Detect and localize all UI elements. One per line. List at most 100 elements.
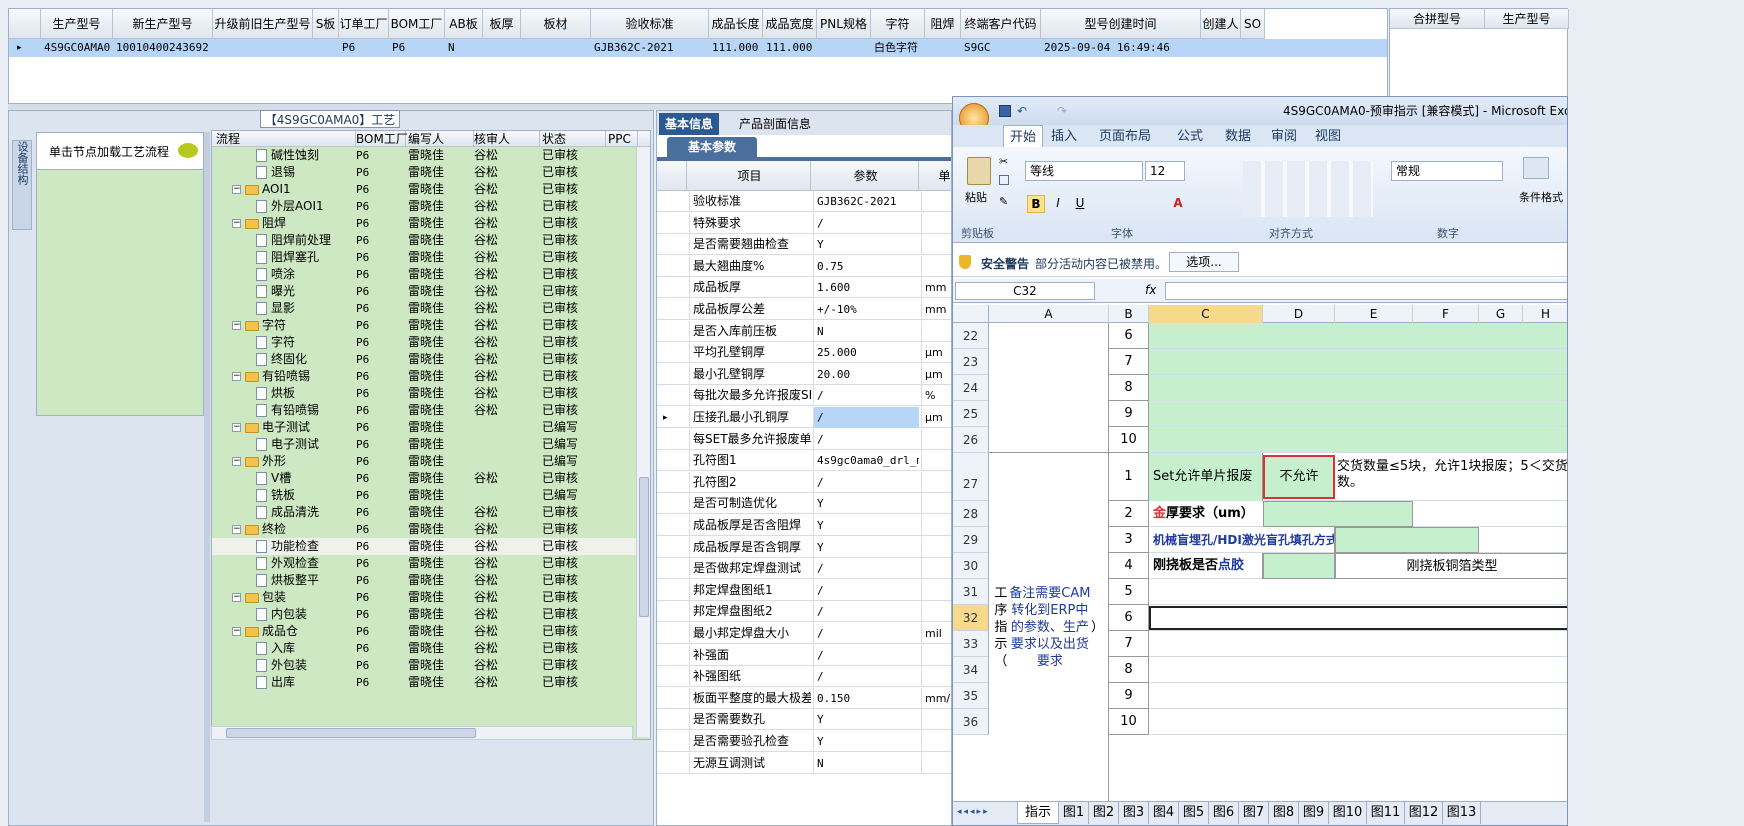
item-value[interactable]: Y: [813, 493, 919, 515]
item-value[interactable]: /: [813, 579, 919, 601]
col-header-14[interactable]: 阻焊: [925, 9, 961, 39]
row-cells-22[interactable]: [1149, 323, 1567, 349]
cell-e30[interactable]: 刚挠板铜箔类型: [1335, 553, 1567, 579]
paste-button[interactable]: 粘贴: [965, 189, 987, 205]
tree-row[interactable]: 喷涂 P6 雷晓佳 谷松 已审核: [212, 266, 650, 283]
info-row[interactable]: 特殊要求 /: [657, 212, 951, 234]
tree-row[interactable]: 外观检查 P6 雷晓佳 谷松 已审核: [212, 555, 650, 572]
font-size-select[interactable]: 12: [1145, 161, 1185, 181]
tree-node-18[interactable]: − 外形: [232, 453, 362, 470]
cell-b-32[interactable]: 6: [1109, 605, 1149, 631]
info-row[interactable]: 是否需要数孔 Y: [657, 709, 951, 731]
collapse-minus-icon[interactable]: −: [232, 372, 241, 381]
col-header-6[interactable]: AB板: [445, 9, 483, 39]
col-header-F[interactable]: F: [1413, 305, 1479, 323]
item-value[interactable]: /: [813, 666, 919, 688]
tree-node-11[interactable]: 字符: [256, 334, 356, 351]
row-header-29[interactable]: 29: [953, 527, 989, 553]
col-header-C[interactable]: C: [1149, 305, 1263, 323]
tree-row[interactable]: 字符 P6 雷晓佳 谷松 已审核: [212, 334, 650, 351]
item-value[interactable]: /: [813, 471, 919, 493]
info-row[interactable]: 是否可制造优化 Y: [657, 493, 951, 515]
side-tab[interactable]: 设备结构: [12, 140, 32, 230]
item-value[interactable]: 25.000: [813, 342, 919, 364]
tree-col-header-3[interactable]: 核审人: [474, 131, 540, 147]
tree-row[interactable]: 功能检查 P6 雷晓佳 谷松 已审核: [212, 538, 650, 555]
item-value[interactable]: /: [813, 385, 919, 407]
tree-node-0[interactable]: 碱性蚀刻: [256, 147, 356, 164]
cell-5[interactable]: P6: [389, 39, 445, 57]
row-cells-31[interactable]: [1149, 579, 1567, 605]
bold-button[interactable]: B: [1027, 195, 1045, 213]
col-header-4[interactable]: 订单工厂: [339, 9, 389, 39]
info-row[interactable]: 板面平整度的最大极差0.150mm/in: [657, 687, 951, 709]
sheet-tab-12[interactable]: 图12: [1405, 802, 1443, 824]
row-header-23[interactable]: 23: [953, 349, 989, 375]
font-color-icon[interactable]: A: [1169, 195, 1187, 213]
ribbon-tab-4[interactable]: 数据: [1225, 125, 1251, 149]
row-header-31[interactable]: 31: [953, 579, 989, 605]
tree-row[interactable]: 退锡 P6 雷晓佳 谷松 已审核: [212, 164, 650, 181]
top-grid-row[interactable]: 4S9GC0AMA0 10010400243692 P6 P6 N GJB362C-202…: [9, 39, 1387, 57]
cell-b-30[interactable]: 4: [1109, 553, 1149, 579]
tree-node-15[interactable]: 有铅喷锡: [256, 402, 356, 419]
item-value[interactable]: /: [813, 407, 919, 428]
tree-row[interactable]: 出库 P6 雷晓佳 谷松 已审核: [212, 674, 650, 691]
tree-row[interactable]: 碱性蚀刻 P6 雷晓佳 谷松 已审核: [212, 147, 650, 164]
ribbon-tab-6[interactable]: 视图: [1315, 125, 1341, 149]
info-row[interactable]: 成品板厚是否含阻焊 Y: [657, 515, 951, 536]
tree-row[interactable]: 成品清洗 P6 雷晓佳 谷松 已审核: [212, 504, 650, 521]
item-value[interactable]: Y: [813, 515, 919, 536]
item-value[interactable]: /: [813, 623, 919, 644]
tree-row[interactable]: − 成品仓 P6 雷晓佳 谷松 已审核: [212, 623, 650, 640]
row-cells-24[interactable]: [1149, 375, 1567, 401]
row-header-22[interactable]: 22: [953, 323, 989, 349]
format-painter-icon[interactable]: ✎: [999, 195, 1008, 208]
row-header-30[interactable]: 30: [953, 553, 989, 579]
col-header-1[interactable]: 新生产型号: [113, 9, 213, 39]
tree-col-header-5[interactable]: PPC: [608, 131, 638, 147]
sheet-tab-3[interactable]: 图3: [1119, 802, 1149, 824]
row-header-35[interactable]: 35: [953, 683, 989, 709]
prod-model-header[interactable]: 生产型号: [1485, 9, 1569, 29]
cell-2[interactable]: [213, 39, 313, 57]
info-row[interactable]: 成品板厚 1.600 mm: [657, 277, 951, 299]
collapse-minus-icon[interactable]: −: [232, 593, 241, 602]
cell-c28[interactable]: 金厚要求（um）: [1149, 501, 1263, 527]
tree-node-16[interactable]: − 电子测试: [232, 419, 362, 436]
info-row[interactable]: 是否入库前压板 N: [657, 320, 951, 342]
col-header-18[interactable]: SO: [1241, 9, 1265, 39]
cell-c30[interactable]: 刚挠板是否点胶: [1149, 553, 1263, 579]
info-row[interactable]: 验收标准 GJB362C-2021: [657, 191, 951, 212]
tree-hscroll-thumb[interactable]: [226, 728, 476, 738]
tree-row[interactable]: 入库 P6 雷晓佳 谷松 已审核: [212, 640, 650, 657]
tree-node-25[interactable]: 烘板整平: [256, 572, 356, 589]
tree-row[interactable]: − 包装 P6 雷晓佳 谷松 已审核: [212, 589, 650, 606]
tab-basic-info[interactable]: 基本信息: [659, 113, 719, 135]
tree-node-7[interactable]: 喷涂: [256, 266, 356, 283]
item-value[interactable]: /: [813, 428, 919, 450]
col-header-E[interactable]: E: [1335, 305, 1413, 323]
font-name-select[interactable]: 等线: [1025, 161, 1143, 181]
tree-node-14[interactable]: 烘板: [256, 385, 356, 402]
collapse-minus-icon[interactable]: −: [232, 627, 241, 636]
fx-button[interactable]: fx: [1145, 283, 1156, 297]
row-cells-23[interactable]: [1149, 349, 1567, 375]
tree-row[interactable]: 烘板 P6 雷晓佳 谷松 已审核: [212, 385, 650, 402]
tree-row[interactable]: 终固化 P6 雷晓佳 谷松 已审核: [212, 351, 650, 368]
selected-cell-c32[interactable]: [1149, 606, 1567, 630]
col-header-D[interactable]: D: [1263, 305, 1335, 323]
info-row[interactable]: 成品板厚公差 +/-10% mm: [657, 299, 951, 320]
cell-8[interactable]: [521, 39, 591, 57]
cell-b-34[interactable]: 8: [1109, 657, 1149, 683]
col-header-7[interactable]: 板厚: [483, 9, 521, 39]
sheet-tab-5[interactable]: 图5: [1179, 802, 1209, 824]
merge-model-header[interactable]: 合拼型号: [1390, 9, 1485, 29]
cell-6[interactable]: N: [445, 39, 483, 57]
redo-icon[interactable]: ↷: [1057, 105, 1071, 117]
tree-node-28[interactable]: − 成品仓: [232, 623, 362, 640]
tree-vscroll[interactable]: [636, 147, 650, 737]
tree-col-header-0[interactable]: 流程: [216, 131, 356, 147]
ribbon-tab-1[interactable]: 插入: [1051, 125, 1077, 149]
tree-node-19[interactable]: V槽: [256, 470, 356, 487]
